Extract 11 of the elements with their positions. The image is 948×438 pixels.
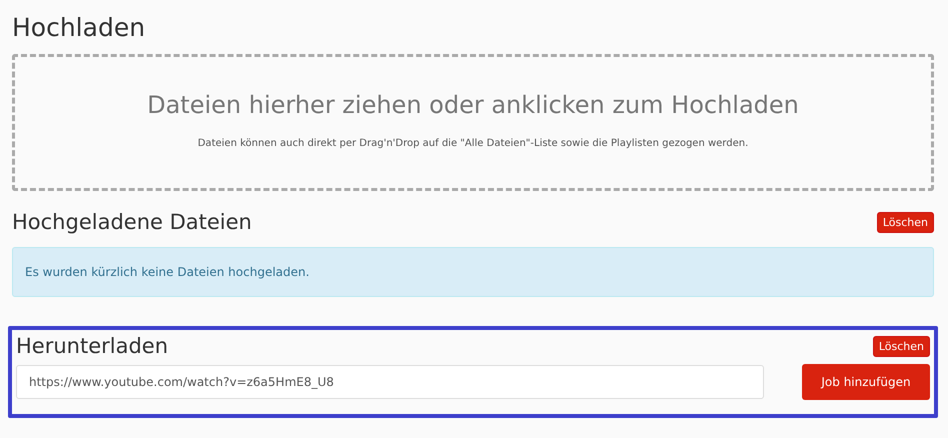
dropzone-hint: Dateien können auch direkt per Drag'n'Drop auf die "Alle Dateien"-Liste sowie die Playlisten gezogen werden. <box>198 138 748 149</box>
info-alert: Es wurden kürzlich keine Dateien hochgeladen. <box>12 247 934 297</box>
clear-button[interactable]: Löschen <box>872 336 930 356</box>
section-heading: Herunterladen <box>16 333 168 360</box>
section-heading: Hochgeladene Dateien <box>12 209 252 236</box>
add-job-button[interactable]: Job hinzufügen <box>802 364 930 400</box>
section-heading: Hochladen <box>12 13 146 43</box>
dropzone-headline: Dateien hierher ziehen oder anklicken zum Hochladen <box>147 91 799 119</box>
dropzone[interactable]: Dateien hierher ziehen oder anklicken zum Hochladen Dateien können auch direkt per Drag'n'Drop auf die "Alle Dateien"-Liste sowie die Playlisten gezogen werden. <box>12 54 934 191</box>
url-field[interactable]: https://www.youtube.com/watch?v=z6a5HmE8_U8 <box>16 365 764 399</box>
clear-button[interactable]: Löschen <box>876 212 934 232</box>
